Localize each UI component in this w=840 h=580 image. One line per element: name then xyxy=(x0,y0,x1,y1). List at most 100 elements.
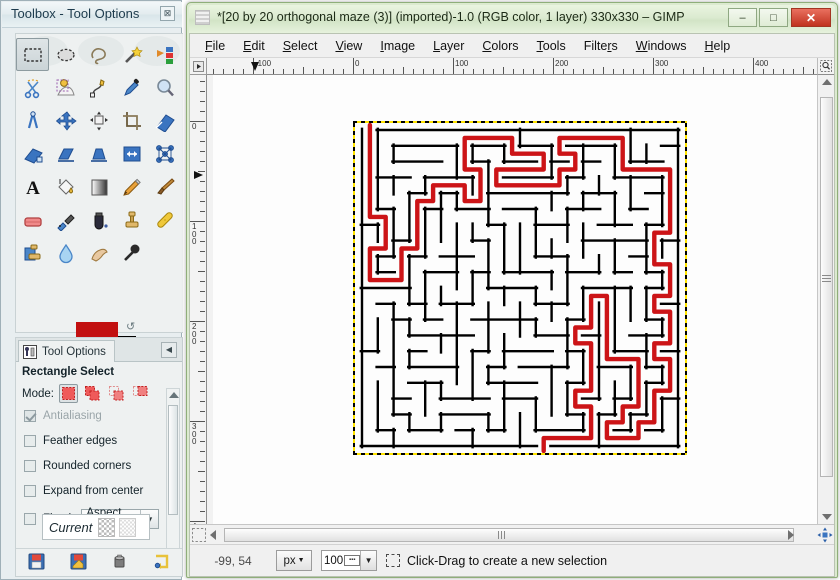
current-preset-box[interactable]: Current xyxy=(42,514,150,540)
subtract-mode-button[interactable] xyxy=(107,384,126,403)
clone-tool[interactable] xyxy=(115,203,148,236)
mode-label: Mode: xyxy=(22,387,54,400)
bucket-fill-tool[interactable] xyxy=(49,170,82,203)
scroll-left-icon[interactable] xyxy=(210,530,216,540)
menu-file[interactable]: File xyxy=(196,37,234,55)
navigation-icon[interactable] xyxy=(817,527,833,543)
rotate-tool[interactable] xyxy=(148,104,181,137)
status-message: Click-Drag to create a new selection xyxy=(407,553,608,568)
blur-sharpen-tool[interactable] xyxy=(49,236,82,269)
paintbrush-tool[interactable] xyxy=(148,170,181,203)
vertical-scrollbar[interactable] xyxy=(817,75,834,524)
menu-layer[interactable]: Layer xyxy=(424,37,473,55)
horizontal-scrollbar[interactable] xyxy=(208,526,814,544)
ruler-tick xyxy=(200,481,205,482)
menu-tools[interactable]: Tools xyxy=(528,37,575,55)
ellipse-select-tool[interactable] xyxy=(49,38,82,71)
tab-tool-options[interactable]: Tool Options xyxy=(18,340,115,362)
rectangle-select-tool[interactable] xyxy=(16,38,49,71)
alignment-tool[interactable] xyxy=(82,104,115,137)
quick-mask-icon[interactable] xyxy=(192,528,206,542)
vertical-scrollbar-thumb[interactable] xyxy=(820,97,833,477)
restore-icon[interactable] xyxy=(70,553,87,573)
menu-select[interactable]: Select xyxy=(274,37,327,55)
perspective-tool[interactable] xyxy=(82,137,115,170)
shear-tool[interactable] xyxy=(49,137,82,170)
menu-colors[interactable]: Colors xyxy=(473,37,527,55)
zoom-spinner[interactable]: ▪▪▪ xyxy=(344,555,361,566)
gradient-tool[interactable] xyxy=(82,170,115,203)
select-by-color-tool[interactable] xyxy=(148,38,181,71)
tool-options-scrollbar[interactable] xyxy=(166,388,180,550)
foreground-select-tool[interactable] xyxy=(49,71,82,104)
eyedropper-icon xyxy=(123,78,139,96)
dodge-burn-tool[interactable] xyxy=(115,236,148,269)
triangle-left-icon[interactable]: ◀ xyxy=(161,342,177,358)
trash-icon[interactable] xyxy=(111,553,128,573)
eraser-tool[interactable] xyxy=(16,203,49,236)
horizontal-scrollbar-thumb[interactable] xyxy=(224,528,794,542)
scrollbar-thumb[interactable] xyxy=(168,405,178,515)
ink-tool[interactable] xyxy=(82,203,115,236)
rounded-corners-checkbox[interactable] xyxy=(24,460,36,472)
rounded-corners-option[interactable]: Rounded corners xyxy=(24,460,131,472)
menu-filters[interactable]: Filters xyxy=(575,37,627,55)
maze-image[interactable] xyxy=(353,121,687,455)
reset-icon[interactable] xyxy=(153,553,170,573)
horizontal-ruler[interactable]: -100 0 100 200 300 400 xyxy=(207,58,817,75)
save-icon[interactable] xyxy=(28,553,45,573)
color-picker-tool[interactable] xyxy=(115,71,148,104)
zoom-image-icon[interactable] xyxy=(817,58,834,75)
heal-tool[interactable] xyxy=(148,203,181,236)
menu-image[interactable]: Image xyxy=(371,37,424,55)
measure-tool[interactable] xyxy=(16,104,49,137)
maximize-button[interactable]: □ xyxy=(759,8,788,27)
antialiasing-checkbox[interactable] xyxy=(24,410,36,422)
scissors-select-tool[interactable] xyxy=(16,71,49,104)
feather-edges-checkbox[interactable] xyxy=(24,435,36,447)
close-icon[interactable]: ⊠ xyxy=(160,6,175,21)
intersect-mode-button[interactable] xyxy=(131,384,150,403)
maze-canvas[interactable] xyxy=(355,123,685,453)
airbrush-tool[interactable] xyxy=(49,203,82,236)
scroll-up-icon[interactable] xyxy=(169,392,179,398)
vertical-ruler[interactable]: 0100200300400 xyxy=(190,75,207,524)
zoom-selector[interactable]: 100 ▪▪▪ ▼ xyxy=(321,550,377,571)
menu-edit[interactable]: Edit xyxy=(234,37,274,55)
fuzzy-select-tool[interactable] xyxy=(115,38,148,71)
cage-transform-tool[interactable] xyxy=(148,137,181,170)
text-tool[interactable]: A xyxy=(16,170,49,203)
tool-options-footer xyxy=(16,548,182,576)
menubar: File Edit Select View Image Layer Colors Tools F… xyxy=(190,34,834,58)
add-mode-button[interactable] xyxy=(83,384,102,403)
flip-tool[interactable] xyxy=(115,137,148,170)
feather-edges-option[interactable]: Feather edges xyxy=(24,435,117,447)
free-select-tool[interactable] xyxy=(82,38,115,71)
perspective-clone-tool[interactable] xyxy=(16,236,49,269)
crop-tool[interactable] xyxy=(115,104,148,137)
ruler-corner[interactable] xyxy=(190,58,207,75)
move-tool[interactable] xyxy=(49,104,82,137)
menu-help[interactable]: Help xyxy=(695,37,739,55)
canvas-viewport[interactable] xyxy=(213,75,817,524)
minimize-button[interactable]: – xyxy=(728,8,757,27)
expand-from-center-option[interactable]: Expand from center xyxy=(24,485,143,497)
canvas-area[interactable] xyxy=(207,75,817,524)
scale-tool[interactable] xyxy=(16,137,49,170)
close-button[interactable]: ✕ xyxy=(791,8,831,27)
scroll-right-icon[interactable] xyxy=(788,530,794,540)
swap-colors-icon[interactable]: ↺ xyxy=(126,320,135,333)
expand-from-center-checkbox[interactable] xyxy=(24,485,36,497)
fixed-checkbox[interactable] xyxy=(24,513,36,525)
scroll-down-icon[interactable] xyxy=(822,514,832,520)
smudge-tool[interactable] xyxy=(82,236,115,269)
antialiasing-option[interactable]: Antialiasing xyxy=(24,410,102,422)
replace-mode-button[interactable] xyxy=(58,384,78,403)
zoom-tool[interactable] xyxy=(148,71,181,104)
paths-tool[interactable] xyxy=(82,71,115,104)
pencil-tool[interactable] xyxy=(115,170,148,203)
menu-windows[interactable]: Windows xyxy=(627,37,696,55)
menu-view[interactable]: View xyxy=(326,37,371,55)
unit-selector[interactable]: px ▼ xyxy=(276,550,312,571)
scroll-up-icon[interactable] xyxy=(822,79,832,85)
